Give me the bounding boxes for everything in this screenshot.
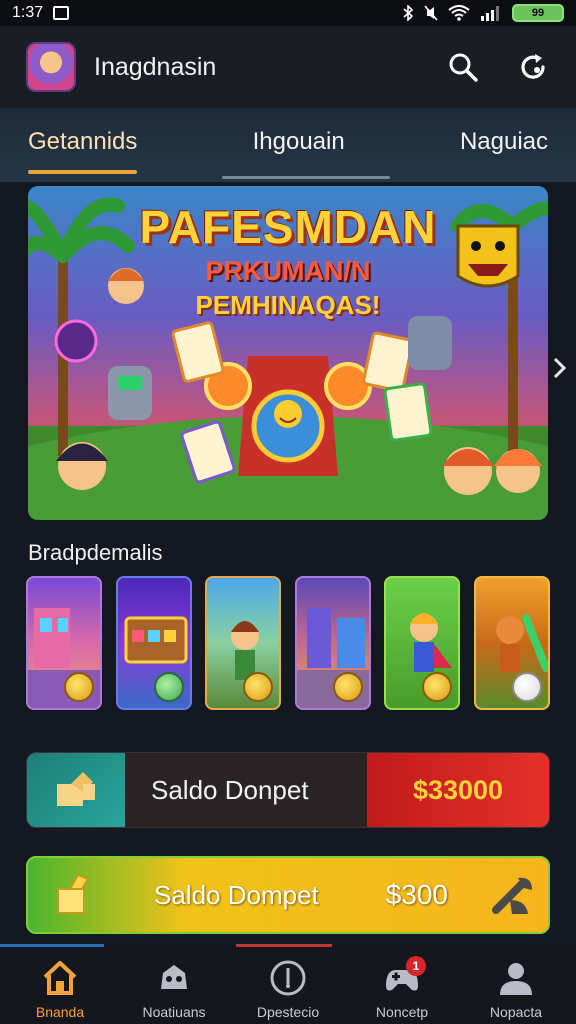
coin-icon bbox=[332, 672, 363, 702]
compass-icon bbox=[270, 960, 306, 996]
coin-icon bbox=[511, 672, 542, 702]
profile-icon bbox=[500, 963, 532, 995]
refresh-icon bbox=[521, 54, 545, 79]
section-title: Bradpdemalis bbox=[28, 540, 163, 565]
banner-subtitle-2: PEMHINAQAS! bbox=[195, 290, 381, 320]
wallet-balance-card[interactable]: Saldo Dompet $300 bbox=[26, 856, 550, 934]
signal-icon bbox=[481, 6, 499, 21]
tab-getannids[interactable]: Getannids bbox=[28, 128, 138, 174]
bluetooth-icon bbox=[403, 5, 414, 21]
status-bar: 1:37 99 bbox=[0, 0, 576, 26]
nav-accent bbox=[236, 944, 332, 947]
nav-label: Bnanda bbox=[35, 1004, 85, 1020]
nav-accent bbox=[0, 944, 104, 947]
home-icon bbox=[43, 961, 77, 995]
nav-label: Noatiuans bbox=[142, 1004, 206, 1020]
game-card[interactable] bbox=[26, 576, 102, 710]
wallet-icon-block bbox=[28, 873, 126, 917]
nav-item-games[interactable]: 1 Noncetp bbox=[350, 956, 454, 1020]
refresh-button[interactable] bbox=[516, 50, 550, 84]
nav-item-explore[interactable]: Dpestecio bbox=[236, 958, 340, 1020]
search-icon bbox=[449, 53, 478, 82]
game-card[interactable] bbox=[115, 576, 192, 710]
bottom-navigation: Bnanda Noatiuans Dpestecio 1 Noncetp Nop… bbox=[0, 948, 576, 1024]
status-time: 1:37 bbox=[12, 4, 44, 21]
game-card[interactable] bbox=[384, 576, 461, 710]
app-title: Inagdnasin bbox=[94, 52, 217, 81]
wallet-label: Saldo Donpet bbox=[151, 774, 309, 805]
tools-button[interactable] bbox=[478, 870, 548, 920]
tab-scroll-indicator bbox=[222, 176, 390, 179]
promo-banner[interactable]: PAFESMDAN PRKUMAN/N PEMHINAQAS! bbox=[28, 186, 548, 520]
app-bar: Inagdnasin bbox=[0, 26, 576, 108]
nav-label: Dpestecio bbox=[256, 1004, 320, 1020]
search-button[interactable] bbox=[446, 50, 480, 84]
wallet-label: Saldo Dompet bbox=[154, 879, 319, 910]
coin-icon bbox=[243, 672, 274, 702]
banner-title: PAFESMDAN bbox=[139, 201, 437, 253]
notification-icon bbox=[53, 6, 70, 20]
notification-badge: 1 bbox=[406, 956, 426, 976]
controller-icon bbox=[161, 965, 187, 989]
game-card-list bbox=[26, 576, 550, 712]
battery-level: 99 bbox=[531, 7, 545, 19]
wallet-hand-icon bbox=[57, 772, 95, 806]
banner-subtitle-1: PRKUMAN/N bbox=[205, 256, 371, 286]
nav-label: Nopacta bbox=[489, 1004, 543, 1020]
wifi-icon bbox=[448, 5, 470, 21]
tab-bar: Getannids Ihgouain Naguiac bbox=[0, 108, 576, 182]
battery-icon: 99 bbox=[512, 4, 564, 22]
wallet-amount: $300 bbox=[385, 879, 448, 910]
tools-icon bbox=[492, 877, 532, 914]
game-avatar-icon[interactable] bbox=[26, 42, 76, 92]
wallet-balance-card[interactable]: Saldo Donpet $33000 bbox=[26, 752, 550, 828]
wallet-hand-icon bbox=[57, 873, 90, 914]
nav-item-home[interactable]: Bnanda bbox=[8, 958, 112, 1020]
coin-icon bbox=[153, 672, 184, 702]
nav-item-profile[interactable]: Nopacta bbox=[464, 958, 568, 1020]
nav-item-notifications[interactable]: Noatiuans bbox=[122, 958, 226, 1020]
chevron-right-icon[interactable] bbox=[552, 356, 568, 380]
wallet-amount: $33000 bbox=[367, 753, 549, 827]
coin-icon bbox=[64, 672, 94, 702]
game-card[interactable] bbox=[294, 576, 371, 710]
tab-ihgouain[interactable]: Ihgouain bbox=[253, 128, 345, 162]
mute-icon bbox=[424, 5, 438, 21]
wallet-icon-block bbox=[27, 753, 125, 827]
game-card[interactable] bbox=[205, 576, 282, 710]
game-card[interactable] bbox=[473, 576, 550, 710]
tab-naguiac[interactable]: Naguiac bbox=[460, 128, 548, 162]
nav-label: Noncetp bbox=[375, 1004, 429, 1020]
